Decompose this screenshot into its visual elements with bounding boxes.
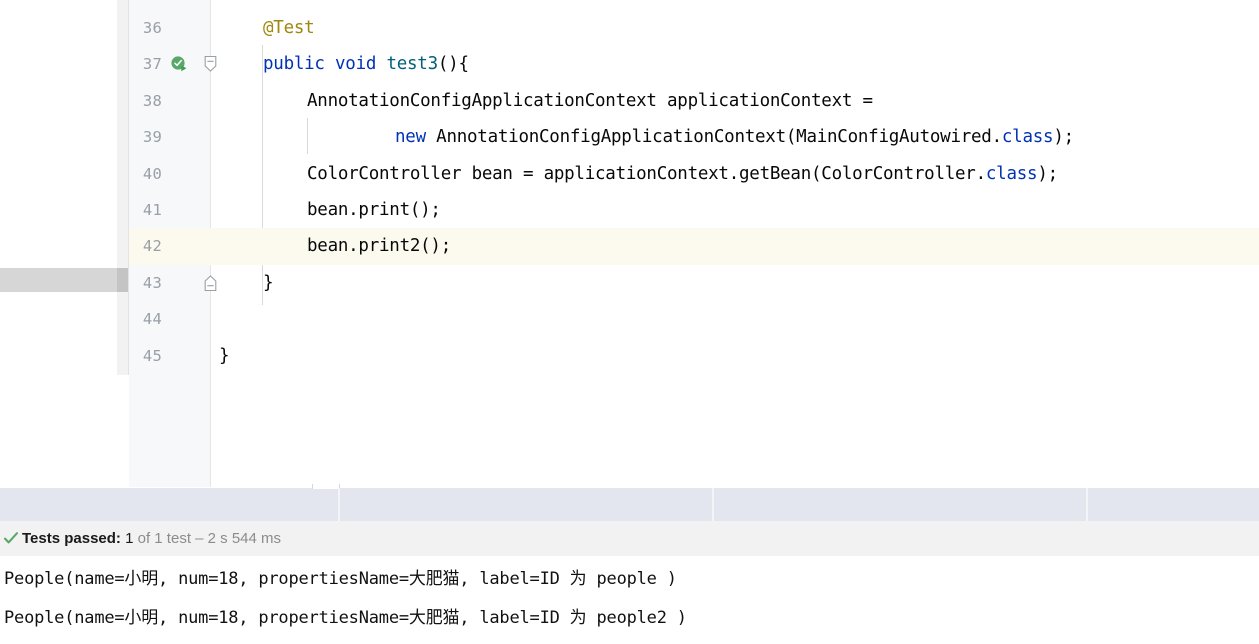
code-token: ColorController bean = applicationContex… bbox=[307, 163, 986, 184]
strip-divider bbox=[338, 488, 340, 522]
test-status-text: Tests passed: 1 of 1 test – 2 s 544 ms bbox=[22, 521, 281, 556]
line-code: } bbox=[211, 338, 230, 374]
code-line[interactable]: 36 @Test bbox=[0, 10, 1259, 46]
line-code: bean.print(); bbox=[211, 192, 441, 228]
tests-passed-detail: of 1 test – 2 s 544 ms bbox=[133, 530, 282, 547]
code-line[interactable]: 40 ColorController bean = applicationCont… bbox=[0, 156, 1259, 192]
editor-tab-stub[interactable] bbox=[312, 484, 340, 489]
code-line[interactable]: 41 bean.print(); bbox=[0, 192, 1259, 228]
code-line[interactable]: 43} bbox=[0, 265, 1259, 301]
code-token: bean.print2(); bbox=[307, 236, 452, 257]
line-code bbox=[211, 301, 263, 337]
line-number: 36 bbox=[142, 19, 162, 37]
ide-window: 36 @Test 37 public void test3(){ 38 Annotatio… bbox=[0, 0, 1259, 644]
line-code: AnnotationConfigApplicationContext appli… bbox=[211, 83, 873, 119]
line-background bbox=[129, 338, 1259, 374]
line-number: 41 bbox=[142, 201, 162, 219]
line-code: } bbox=[211, 265, 274, 301]
code-token: test3 bbox=[386, 54, 438, 75]
line-number: 40 bbox=[142, 164, 162, 183]
code-token: bean.print(); bbox=[307, 200, 441, 220]
line-number: 37 bbox=[142, 55, 162, 74]
console-line: People(name=小明, num=18, propertiesName=大… bbox=[4, 569, 677, 589]
line-number: 44 bbox=[142, 310, 162, 329]
code-line[interactable]: 39 new AnnotationConfigApplicationContext… bbox=[0, 119, 1259, 155]
tests-passed-label: Tests passed: bbox=[22, 530, 121, 547]
run-toolbar-strip[interactable] bbox=[0, 484, 1259, 523]
code-token: } bbox=[263, 272, 274, 293]
line-number: 45 bbox=[142, 346, 162, 365]
line-number: 38 bbox=[142, 91, 162, 110]
fold-region-open-icon[interactable] bbox=[203, 55, 218, 73]
line-background bbox=[129, 265, 1259, 301]
fold-region-close-icon[interactable] bbox=[203, 274, 218, 292]
code-editor[interactable]: 36 @Test 37 public void test3(){ 38 Annotatio… bbox=[0, 0, 1259, 487]
line-code: bean.print2(); bbox=[211, 228, 451, 264]
code-token: ); bbox=[1053, 127, 1074, 148]
line-number: 42 bbox=[142, 237, 162, 256]
line-code: @Test bbox=[211, 10, 315, 46]
strip-divider bbox=[712, 488, 714, 522]
line-number: 43 bbox=[142, 273, 162, 292]
code-token: void bbox=[335, 54, 387, 75]
strip-divider bbox=[1086, 488, 1088, 522]
code-line[interactable]: 38 AnnotationConfigApplicationContext app… bbox=[0, 83, 1259, 119]
run-test-success-icon[interactable] bbox=[170, 55, 188, 73]
code-line[interactable]: 37 public void test3(){ bbox=[0, 46, 1259, 82]
code-token: class bbox=[985, 163, 1038, 184]
code-line[interactable]: 45} bbox=[0, 338, 1259, 374]
code-token: class bbox=[1001, 127, 1054, 148]
console-output[interactable]: People(name=小明, num=18, propertiesName=大… bbox=[0, 556, 1259, 644]
code-line[interactable]: 44 bbox=[0, 301, 1259, 337]
code-token: public bbox=[263, 54, 336, 75]
line-code: public void test3(){ bbox=[211, 46, 469, 82]
line-code: new AnnotationConfigApplicationContext(M… bbox=[211, 119, 1074, 155]
line-background bbox=[129, 301, 1259, 337]
code-token: AnnotationConfigApplicationContext appli… bbox=[307, 90, 873, 111]
tests-passed-count: 1 bbox=[120, 530, 134, 547]
code-token: ); bbox=[1037, 163, 1058, 184]
code-token: (){ bbox=[437, 54, 469, 75]
code-token: new bbox=[395, 127, 437, 148]
console-line: People(name=小明, num=18, propertiesName=大… bbox=[4, 608, 687, 628]
line-number: 39 bbox=[142, 128, 162, 147]
test-status-bar: Tests passed: 1 of 1 test – 2 s 544 ms bbox=[0, 521, 1259, 557]
code-line[interactable]: 42 bean.print2(); bbox=[0, 228, 1259, 265]
code-token: } bbox=[219, 345, 230, 366]
check-mark-icon bbox=[3, 530, 19, 546]
code-token: @Test bbox=[263, 18, 315, 38]
line-code: ColorController bean = applicationContex… bbox=[211, 156, 1058, 192]
code-token: AnnotationConfigApplicationContext(MainC… bbox=[436, 127, 1002, 148]
